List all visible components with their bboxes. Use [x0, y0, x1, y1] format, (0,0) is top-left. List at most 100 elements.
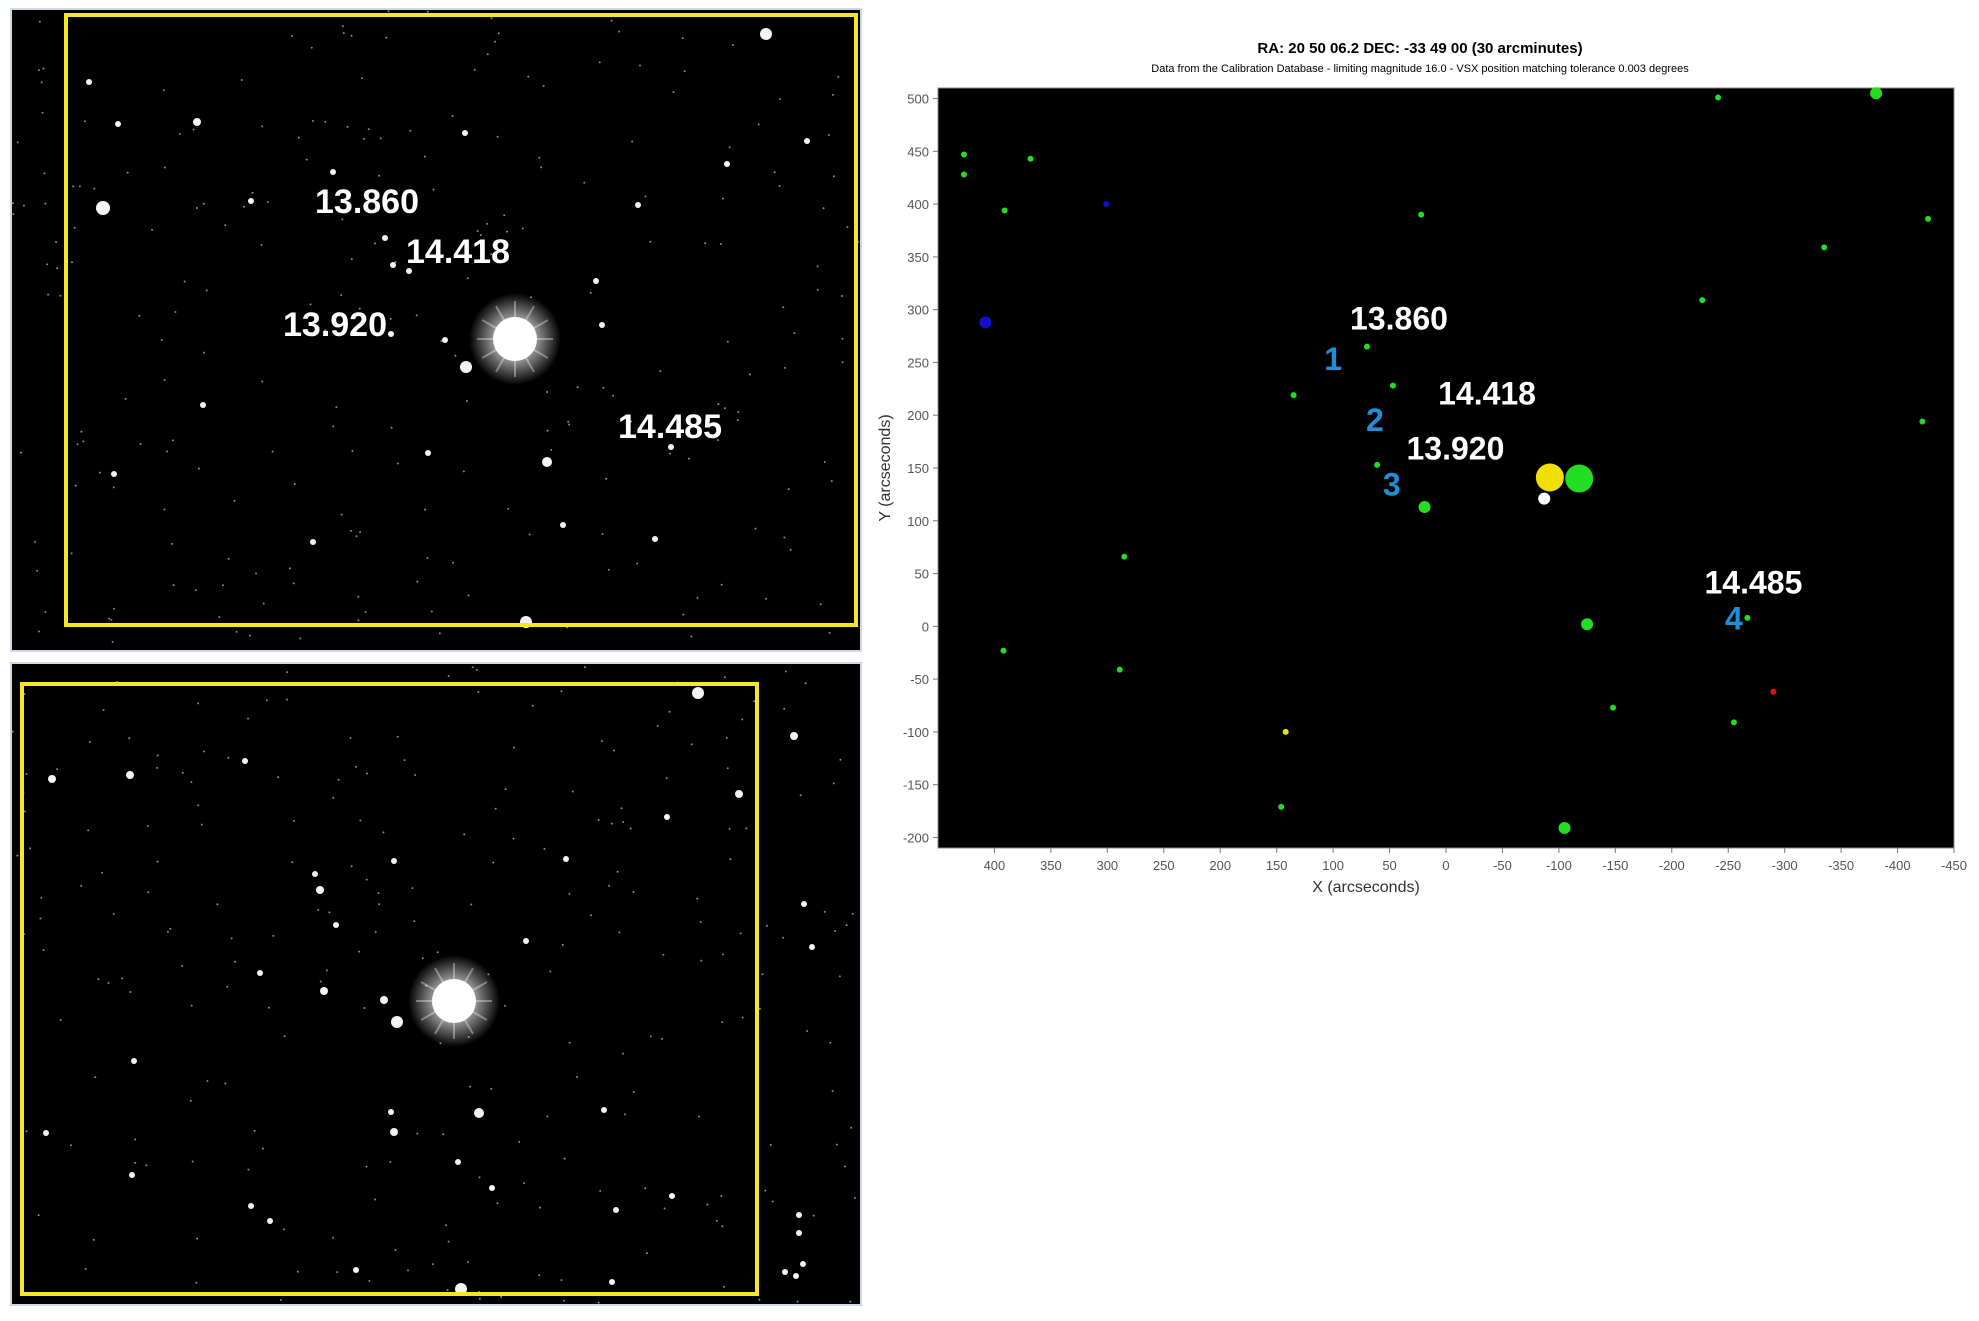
star [330, 169, 336, 175]
faint-star [618, 931, 621, 934]
faint-star [324, 120, 327, 123]
faint-star [357, 595, 360, 598]
faint-star [88, 741, 91, 744]
faint-star [297, 136, 300, 139]
star [669, 1193, 675, 1199]
faint-star [216, 903, 219, 906]
faint-star [227, 756, 230, 759]
faint-star [829, 1041, 832, 1044]
faint-star [681, 37, 684, 40]
faint-star [601, 533, 604, 536]
faint-star [494, 807, 497, 810]
faint-star [268, 1006, 271, 1009]
faint-star [796, 1300, 799, 1303]
faint-star [846, 225, 849, 228]
x-tick-label: -300 [1772, 858, 1798, 873]
faint-star [87, 829, 90, 832]
faint-star [22, 204, 25, 207]
faint-star [279, 1298, 282, 1301]
faint-star [721, 1225, 724, 1228]
faint-star [436, 951, 439, 954]
faint-star [827, 134, 830, 137]
faint-star [787, 488, 790, 491]
faint-star [850, 1126, 853, 1129]
star [43, 1130, 49, 1136]
faint-star [379, 137, 382, 140]
faint-star [202, 351, 205, 354]
data-point [1558, 821, 1571, 834]
faint-star [546, 429, 549, 432]
faint-star [359, 531, 362, 534]
faint-star [789, 548, 792, 551]
faint-star [357, 619, 360, 622]
faint-star [69, 1144, 72, 1147]
faint-star [644, 1187, 647, 1190]
data-point [1744, 614, 1751, 621]
faint-star [365, 772, 368, 775]
star [793, 1273, 799, 1279]
faint-star [55, 241, 58, 244]
data-point [1730, 719, 1737, 726]
faint-star [513, 746, 516, 749]
faint-star [172, 439, 175, 442]
data-point [1925, 215, 1932, 222]
star-field-image-top: 13.860 14.418 13.920 14.485 [10, 8, 862, 652]
faint-star [841, 337, 844, 340]
plot-area [937, 87, 1955, 849]
faint-star [597, 1301, 600, 1304]
data-point [1027, 155, 1034, 162]
bright-star [493, 317, 537, 361]
chart-subtitle: Data from the Calibration Database - lim… [1151, 63, 1689, 75]
faint-star [29, 847, 32, 850]
faint-star [568, 423, 571, 426]
faint-star [197, 702, 200, 705]
faint-star [649, 1035, 652, 1038]
y-tick-label: 400 [907, 197, 929, 212]
faint-star [665, 777, 668, 780]
faint-star [319, 980, 322, 983]
faint-star [247, 717, 250, 720]
star [388, 1109, 394, 1115]
faint-star [568, 892, 571, 895]
faint-star [190, 1004, 193, 1007]
faint-star [717, 403, 720, 406]
faint-star [543, 847, 546, 850]
faint-star [70, 552, 73, 555]
faint-star [181, 771, 184, 774]
faint-star [765, 924, 768, 927]
faint-star [610, 19, 613, 22]
faint-star [471, 666, 474, 669]
field-highlight-frame [64, 13, 858, 627]
faint-star [310, 46, 313, 49]
data-point [960, 151, 967, 158]
star-number-label: 4 [1725, 601, 1743, 637]
x-tick-label: 0 [1442, 858, 1449, 873]
star [115, 121, 121, 127]
star [200, 402, 206, 408]
faint-star [378, 174, 381, 177]
faint-star [721, 197, 724, 200]
faint-star [247, 1168, 250, 1171]
faint-star [139, 442, 142, 445]
faint-star [340, 513, 343, 516]
faint-star [739, 932, 742, 935]
faint-star [374, 930, 377, 933]
faint-star [469, 1085, 472, 1088]
star [804, 138, 810, 144]
faint-star [23, 810, 26, 813]
faint-star [816, 265, 819, 268]
faint-star [189, 1099, 192, 1102]
star-field-image-bottom [10, 662, 862, 1306]
data-point [1870, 87, 1883, 100]
faint-star [696, 596, 699, 599]
star [390, 262, 396, 268]
star [333, 922, 339, 928]
faint-star [465, 399, 468, 402]
faint-star [36, 569, 39, 572]
faint-star [583, 181, 586, 184]
star [809, 944, 815, 950]
faint-star [589, 914, 592, 917]
faint-star [576, 1075, 579, 1078]
faint-star [568, 1041, 571, 1044]
faint-star [262, 602, 265, 605]
